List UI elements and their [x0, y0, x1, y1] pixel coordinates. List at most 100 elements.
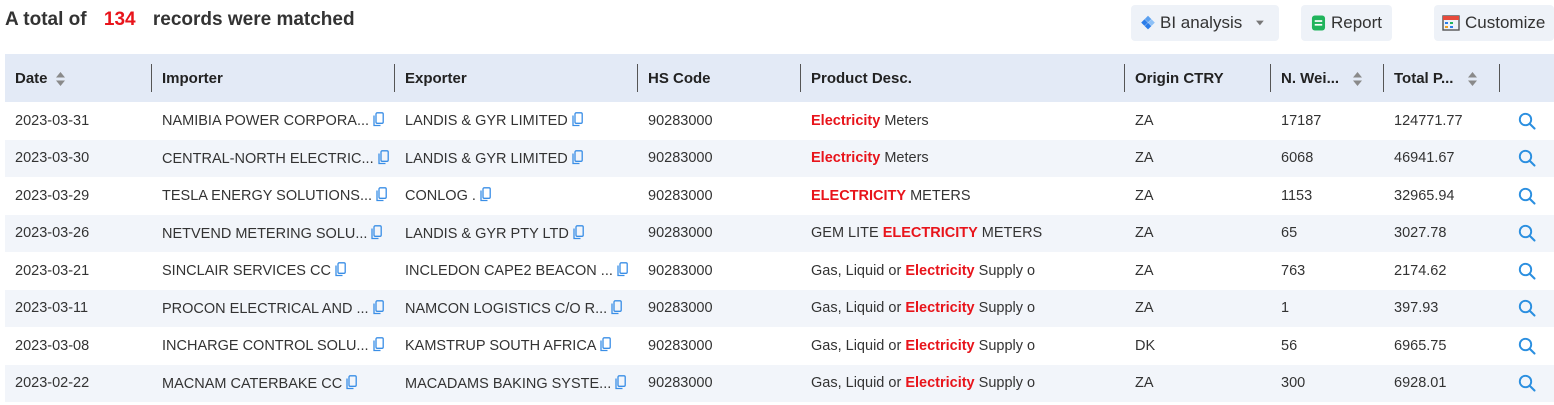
exporter-name: LANDIS & GYR LIMITED [405, 150, 568, 167]
column-header-importer[interactable]: Importer [152, 54, 395, 102]
cell-exporter[interactable]: LANDIS & GYR LIMITED [395, 102, 638, 140]
cell-total: 46941.67 [1384, 140, 1500, 178]
cell-exporter[interactable]: LANDIS & GYR LIMITED [395, 140, 638, 178]
table-row[interactable]: 2023-03-21 SINCLAIR SERVICES CC INCLEDON C… [5, 252, 1554, 290]
table-row[interactable]: 2023-03-26 NETVEND METERING SOLU... LANDIS… [5, 214, 1554, 253]
cell-product-desc: Gas, Liquid or Electricity Supply o [801, 327, 1125, 365]
search-icon[interactable] [1518, 262, 1536, 280]
cell-date: 2023-03-26 [5, 215, 152, 253]
table-row[interactable]: 2023-03-31 NAMIBIA POWER CORPORA... LANDIS… [5, 102, 1554, 140]
report-icon [1311, 15, 1326, 31]
cell-importer[interactable]: PROCON ELECTRICAL AND ... [152, 290, 395, 328]
copy-icon[interactable] [617, 262, 628, 277]
table-row[interactable]: 2023-03-29 TESLA ENERGY SOLUTIONS... CONLO… [5, 177, 1554, 215]
cell-exporter[interactable]: LANDIS & GYR PTY LTD [395, 215, 638, 253]
cell-exporter[interactable]: INCLEDON CAPE2 BEACON ... [395, 252, 638, 290]
hs-code-text: 90283000 [648, 300, 713, 317]
importer-name: SINCLAIR SERVICES CC [162, 263, 331, 280]
origin-text: ZA [1135, 150, 1154, 167]
cell-origin: ZA [1125, 177, 1271, 215]
column-header-exporter[interactable]: Exporter [395, 54, 638, 102]
bi-analysis-button[interactable]: BI analysis [1131, 5, 1279, 41]
copy-icon[interactable] [376, 187, 387, 202]
desc-highlight: Electricity [905, 375, 975, 392]
copy-icon[interactable] [615, 374, 627, 390]
date-text: 2023-03-08 [15, 337, 90, 354]
table-row[interactable]: 2023-02-22 MACNAM CATERBAKE CC MACADAMS BA… [5, 364, 1554, 403]
cell-action[interactable] [1500, 327, 1554, 365]
copy-icon[interactable] [572, 112, 583, 127]
cell-action[interactable] [1500, 177, 1554, 215]
sort-icon[interactable] [1353, 71, 1363, 86]
copy-icon[interactable] [377, 149, 389, 165]
column-header-net-weight[interactable]: N. Wei... [1271, 54, 1384, 102]
cell-weight: 65 [1271, 215, 1384, 253]
copy-icon[interactable] [611, 299, 623, 315]
cell-action[interactable] [1500, 365, 1554, 403]
exporter-name: INCLEDON CAPE2 BEACON ... [405, 263, 613, 280]
cell-importer[interactable]: NETVEND METERING SOLU... [152, 215, 395, 253]
summary-prefix: A total of [5, 9, 87, 30]
column-header-hs-code[interactable]: HS Code [638, 54, 801, 102]
search-icon[interactable] [1518, 224, 1536, 242]
copy-icon[interactable] [373, 112, 384, 127]
search-icon[interactable] [1518, 112, 1536, 130]
cell-action[interactable] [1500, 215, 1554, 253]
cell-action[interactable] [1500, 102, 1554, 140]
column-header-total-price[interactable]: Total P... [1384, 54, 1500, 102]
cell-importer[interactable]: INCHARGE CONTROL SOLU... [152, 327, 395, 365]
cell-importer[interactable]: TESLA ENERGY SOLUTIONS... [152, 177, 395, 215]
copy-icon[interactable] [372, 337, 384, 352]
search-icon[interactable] [1518, 337, 1536, 355]
cell-action[interactable] [1500, 290, 1554, 328]
cell-exporter[interactable]: MACADAMS BAKING SYSTE... [395, 365, 638, 403]
hs-code-text: 90283000 [648, 187, 713, 204]
copy-icon[interactable] [335, 262, 346, 277]
bi-diamond-icon [1141, 15, 1155, 30]
importer-name: INCHARGE CONTROL SOLU... [162, 338, 369, 355]
search-icon[interactable] [1518, 299, 1536, 317]
table-row[interactable]: 2023-03-08 INCHARGE CONTROL SOLU... KAMSTR… [5, 327, 1554, 365]
copy-icon[interactable] [600, 337, 612, 352]
desc-prefix: Gas, Liquid or [811, 300, 906, 317]
cell-action[interactable] [1500, 140, 1554, 178]
cell-exporter[interactable]: NAMCON LOGISTICS C/O R... [395, 290, 638, 328]
sort-icon[interactable] [1467, 71, 1477, 86]
cell-product-desc: Electricity Meters [801, 140, 1125, 178]
desc-highlight: Electricity [905, 337, 975, 354]
column-header-product-desc[interactable]: Product Desc. [801, 54, 1125, 102]
cell-importer[interactable]: SINCLAIR SERVICES CC [152, 252, 395, 290]
table-row[interactable]: 2023-03-11 PROCON ELECTRICAL AND ... NAMCO… [5, 289, 1554, 328]
column-header-origin-ctry[interactable]: Origin CTRY [1125, 54, 1271, 102]
cell-exporter[interactable]: CONLOG . [395, 177, 638, 215]
cell-exporter[interactable]: KAMSTRUP SOUTH AFRICA [395, 327, 638, 365]
copy-icon[interactable] [346, 374, 358, 390]
cell-origin: ZA [1125, 252, 1271, 290]
customize-button[interactable]: Customize [1434, 5, 1554, 41]
cell-date: 2023-03-21 [5, 252, 152, 290]
column-header-date[interactable]: Date [5, 54, 152, 102]
desc-highlight: Electricity [905, 300, 975, 317]
bi-analysis-label: BI analysis [1160, 13, 1243, 32]
origin-text: ZA [1135, 187, 1154, 204]
copy-icon[interactable] [572, 149, 583, 165]
search-icon[interactable] [1518, 149, 1536, 167]
exporter-name: CONLOG . [405, 188, 476, 205]
table-row[interactable]: 2023-03-30 CENTRAL-NORTH ELECTRIC... LANDI… [5, 139, 1554, 178]
cell-weight: 6068 [1271, 140, 1384, 178]
search-icon[interactable] [1518, 374, 1536, 392]
total-text: 2174.62 [1394, 262, 1447, 279]
cell-importer[interactable]: NAMIBIA POWER CORPORA... [152, 102, 395, 140]
copy-icon[interactable] [480, 187, 491, 202]
sort-icon[interactable] [55, 71, 65, 86]
search-icon[interactable] [1518, 187, 1536, 205]
cell-importer[interactable]: CENTRAL-NORTH ELECTRIC... [152, 140, 395, 178]
copy-icon[interactable] [372, 299, 384, 315]
copy-icon[interactable] [573, 224, 584, 240]
cell-importer[interactable]: MACNAM CATERBAKE CC [152, 365, 395, 403]
report-button[interactable]: Report [1301, 5, 1392, 41]
copy-icon[interactable] [371, 224, 383, 240]
origin-text: ZA [1135, 262, 1154, 279]
weight-text: 1 [1281, 300, 1290, 317]
cell-action[interactable] [1500, 252, 1554, 290]
